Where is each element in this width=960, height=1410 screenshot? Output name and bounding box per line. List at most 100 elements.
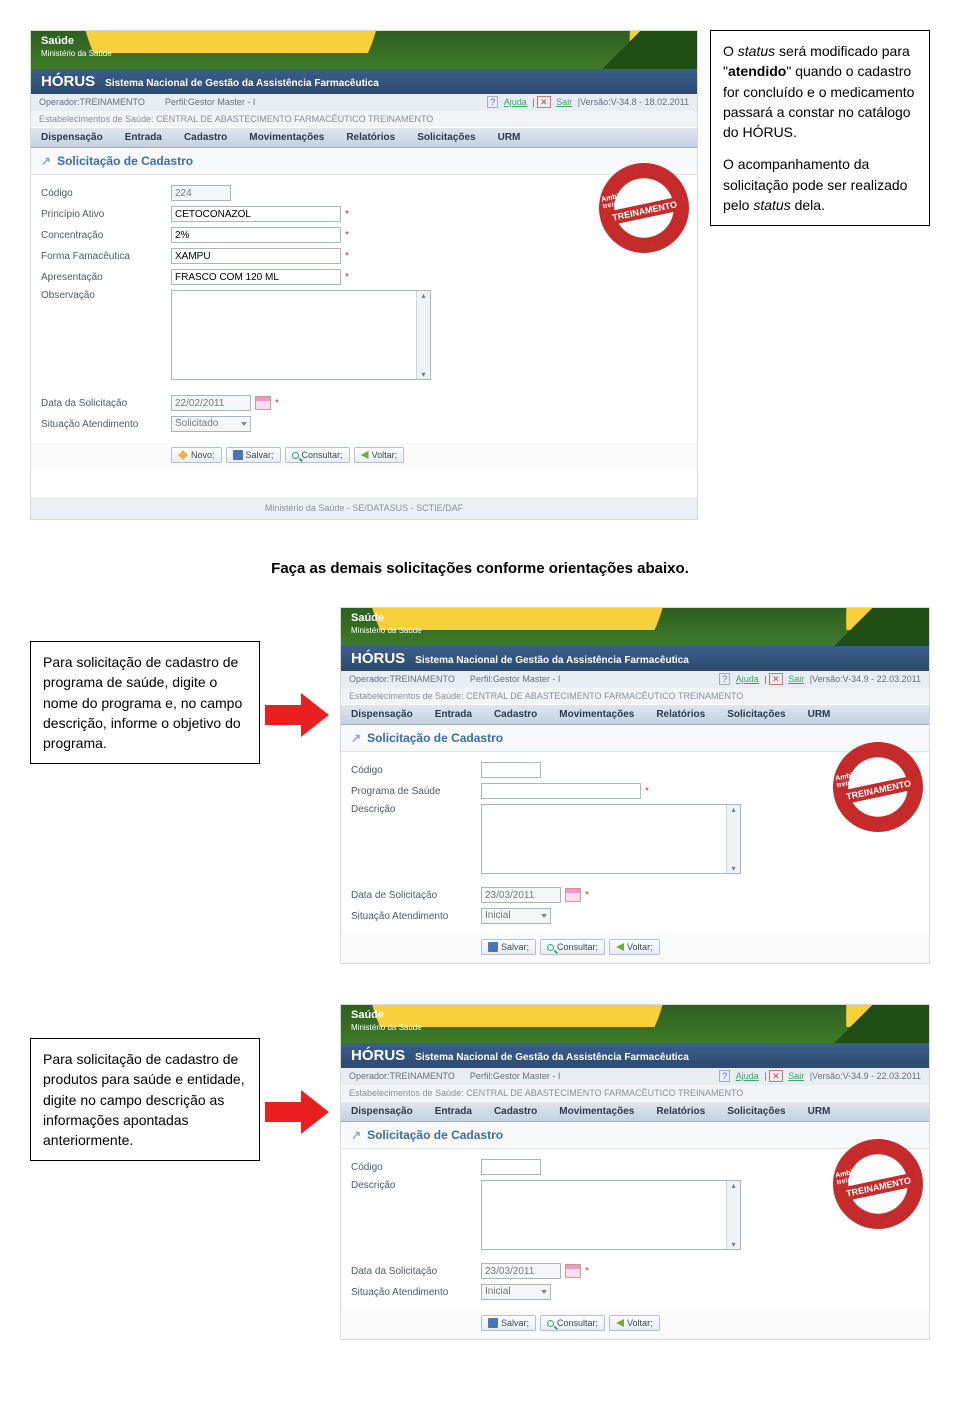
required-marker: * <box>275 398 279 409</box>
menu-bar: Dispensação Entrada Cadastro Movimentaçõ… <box>341 704 929 725</box>
codigo-input[interactable] <box>171 185 231 201</box>
principio-input[interactable] <box>171 206 341 222</box>
novo-button[interactable]: Novo; <box>171 447 222 463</box>
scrollbar[interactable]: ▴▾ <box>726 1181 740 1249</box>
menu-movimentacoes[interactable]: Movimentações <box>249 132 324 143</box>
save-icon <box>233 450 243 460</box>
scrollbar[interactable]: ▴▾ <box>726 805 740 873</box>
exit-icon[interactable]: ✕ <box>537 96 551 108</box>
search-icon <box>292 452 299 459</box>
descricao-textarea[interactable]: ▴▾ <box>481 1180 741 1250</box>
menu-relatorios[interactable]: Relatórios <box>656 709 705 720</box>
data-label: Data da Solicitação <box>41 398 171 409</box>
salvar-button[interactable]: Salvar; <box>226 447 281 463</box>
forma-input[interactable] <box>171 248 341 264</box>
situacao-select[interactable]: Inicial <box>481 908 551 924</box>
descricao-label: Descrição <box>351 1180 481 1191</box>
salvar-button[interactable]: Salvar; <box>481 1315 536 1331</box>
back-icon <box>616 943 624 951</box>
situacao-select[interactable]: Solicitado <box>171 416 251 432</box>
horus-bar: HÓRUS Sistema Nacional de Gestão da Assi… <box>341 646 929 671</box>
data-label: Data de Solicitação <box>351 890 481 901</box>
forma-label: Forma Famacêutica <box>41 251 171 262</box>
version-label: |Versão:V-34.8 - 18.02.2011 <box>578 97 689 107</box>
horus-bar: HÓRUS Sistema Nacional de Gestão da Assi… <box>31 69 697 94</box>
menu-dispensacao[interactable]: Dispensação <box>351 709 413 720</box>
required-marker: * <box>645 786 649 797</box>
menu-entrada[interactable]: Entrada <box>435 1106 472 1117</box>
horus-bar: HÓRUS Sistema Nacional de Gestão da Assi… <box>341 1043 929 1068</box>
consultar-button[interactable]: Consultar; <box>285 447 350 463</box>
expand-icon[interactable]: ↗ <box>351 731 361 745</box>
calendar-icon[interactable] <box>565 888 581 902</box>
help-icon[interactable]: ? <box>719 673 730 685</box>
situacao-label: Situação Atendimento <box>351 911 481 922</box>
codigo-label: Código <box>351 765 481 776</box>
page-title: Solicitação de Cadastro <box>57 154 193 168</box>
menu-urm[interactable]: URM <box>498 132 521 143</box>
header-band: Saúde Ministério da Saúde <box>341 1005 929 1043</box>
menu-relatorios[interactable]: Relatórios <box>346 132 395 143</box>
help-link[interactable]: Ajuda <box>736 1071 759 1081</box>
concentracao-input[interactable] <box>171 227 341 243</box>
menu-movimentacoes[interactable]: Movimentações <box>559 1106 634 1117</box>
exit-link[interactable]: Sair <box>788 674 804 684</box>
menu-entrada[interactable]: Entrada <box>435 709 472 720</box>
expand-icon[interactable]: ↗ <box>41 154 51 168</box>
info-bar: Operador:TREINAMENTO Perfil:Gestor Maste… <box>341 671 929 688</box>
back-icon <box>361 451 369 459</box>
menu-cadastro[interactable]: Cadastro <box>184 132 227 143</box>
calendar-icon[interactable] <box>565 1264 581 1278</box>
help-icon[interactable]: ? <box>487 96 498 108</box>
salvar-button[interactable]: Salvar; <box>481 939 536 955</box>
screenshot-3: Saúde Ministério da Saúde HÓRUS Sistema … <box>340 1004 930 1340</box>
menu-cadastro[interactable]: Cadastro <box>494 709 537 720</box>
voltar-button[interactable]: Voltar; <box>609 939 660 955</box>
menu-solicitacoes[interactable]: Solicitações <box>417 132 475 143</box>
descricao-label: Descrição <box>351 804 481 815</box>
help-link[interactable]: Ajuda <box>736 674 759 684</box>
horus-subtitle: Sistema Nacional de Gestão da Assistênci… <box>105 78 379 89</box>
calendar-icon[interactable] <box>255 396 271 410</box>
voltar-button[interactable]: Voltar; <box>609 1315 660 1331</box>
info-bar: Operador:TREINAMENTO Perfil:Gestor Maste… <box>31 94 697 111</box>
apresentacao-input[interactable] <box>171 269 341 285</box>
descricao-textarea[interactable]: ▴▾ <box>481 804 741 874</box>
consultar-button[interactable]: Consultar; <box>540 1315 605 1331</box>
observacao-textarea[interactable]: ▴▾ <box>171 290 431 380</box>
required-marker: * <box>345 230 349 241</box>
menu-entrada[interactable]: Entrada <box>125 132 162 143</box>
button-row: Salvar; Consultar; Voltar; <box>341 1311 929 1339</box>
codigo-input[interactable] <box>481 762 541 778</box>
exit-link[interactable]: Sair <box>556 97 572 107</box>
exit-icon[interactable]: ✕ <box>769 673 783 685</box>
data-input[interactable] <box>481 887 561 903</box>
situacao-select[interactable]: Inicial <box>481 1284 551 1300</box>
exit-link[interactable]: Sair <box>788 1071 804 1081</box>
back-icon <box>616 1319 624 1327</box>
exit-icon[interactable]: ✕ <box>769 1070 783 1082</box>
data-input[interactable] <box>171 395 251 411</box>
menu-solicitacoes[interactable]: Solicitações <box>727 709 785 720</box>
menu-solicitacoes[interactable]: Solicitações <box>727 1106 785 1117</box>
voltar-button[interactable]: Voltar; <box>354 447 405 463</box>
help-link[interactable]: Ajuda <box>504 97 527 107</box>
expand-icon[interactable]: ↗ <box>351 1128 361 1142</box>
programa-input[interactable] <box>481 783 641 799</box>
codigo-input[interactable] <box>481 1159 541 1175</box>
menu-movimentacoes[interactable]: Movimentações <box>559 709 634 720</box>
menu-cadastro[interactable]: Cadastro <box>494 1106 537 1117</box>
menu-relatorios[interactable]: Relatórios <box>656 1106 705 1117</box>
consultar-button[interactable]: Consultar; <box>540 939 605 955</box>
callout-programa: Para solicitação de cadastro de programa… <box>30 641 260 764</box>
menu-dispensacao[interactable]: Dispensação <box>351 1106 413 1117</box>
button-row: Salvar; Consultar; Voltar; <box>341 935 929 963</box>
scrollbar[interactable]: ▴▾ <box>416 291 430 379</box>
menu-dispensacao[interactable]: Dispensação <box>41 132 103 143</box>
situacao-label: Situação Atendimento <box>41 419 171 430</box>
menu-urm[interactable]: URM <box>808 709 831 720</box>
operator-label: Operador:TREINAMENTO <box>39 97 145 107</box>
menu-urm[interactable]: URM <box>808 1106 831 1117</box>
help-icon[interactable]: ? <box>719 1070 730 1082</box>
data-input[interactable] <box>481 1263 561 1279</box>
